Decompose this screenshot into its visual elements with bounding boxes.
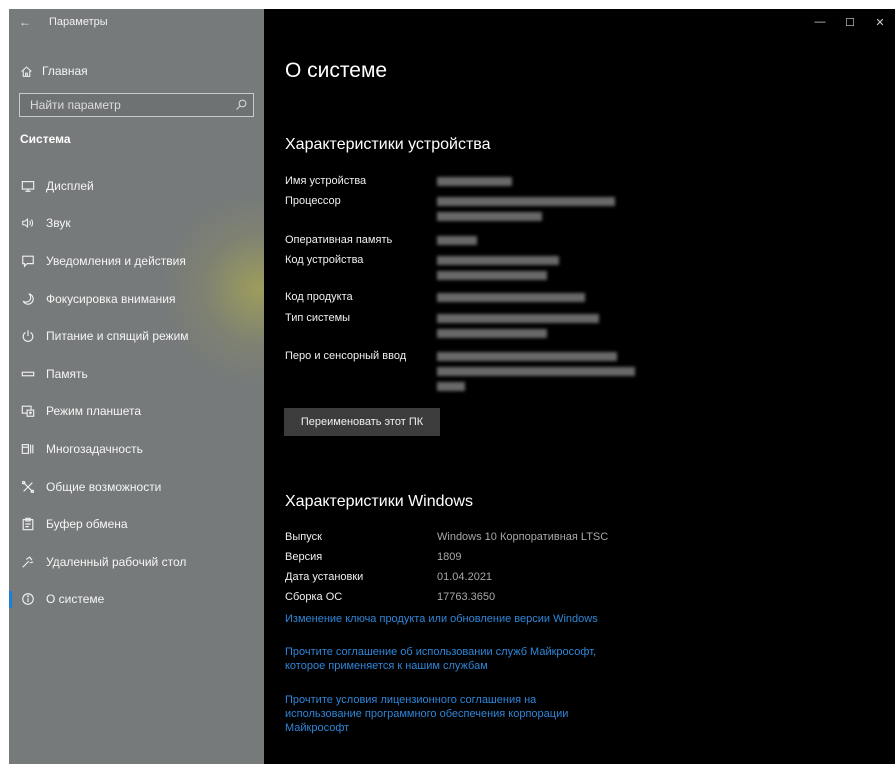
redacted-system-type-line1 [437, 314, 599, 323]
version-value: 1809 [437, 551, 462, 563]
sidebar-item-display[interactable]: Дисплей [9, 167, 264, 205]
rename-pc-button[interactable]: Переименовать этот ПК [284, 408, 440, 436]
sidebar: ← Параметры Главная Система [9, 9, 264, 764]
back-button[interactable]: ← [9, 9, 41, 35]
sidebar-item-label: О системе [46, 592, 105, 607]
services-agreement-line2: которое применяется к нашим службам [285, 660, 488, 672]
sidebar-item-power[interactable]: Питание и спящий режим [9, 317, 264, 355]
settings-window: ← Параметры Главная Система [9, 9, 895, 764]
search-box[interactable] [19, 93, 254, 117]
license-terms-line1: Прочтите условия лицензионного соглашени… [285, 694, 537, 706]
page-title: О системе [285, 59, 388, 82]
search-icon[interactable] [235, 99, 247, 111]
install-date-label: Дата установки [285, 571, 364, 583]
sidebar-item-multitasking[interactable]: Многозадачность [9, 430, 264, 468]
multitasking-icon [20, 441, 36, 457]
services-agreement-link[interactable]: Прочтите соглашение об использовании слу… [285, 645, 596, 673]
edition-label: Выпуск [285, 531, 322, 543]
sidebar-item-label: Фокусировка внимания [46, 291, 176, 306]
sidebar-item-label: Звук [46, 216, 71, 231]
redacted-pen-touch-line2 [437, 367, 635, 376]
license-terms-line3: Майкрософт [285, 722, 350, 734]
sidebar-item-label: Память [46, 366, 88, 381]
redacted-ram [437, 236, 477, 245]
info-icon [20, 591, 36, 607]
main-content: — ☐ ✕ О системе Характеристики устройств… [264, 9, 895, 764]
display-icon [20, 178, 36, 194]
install-date-value: 01.04.2021 [437, 571, 493, 583]
edition-value: Windows 10 Корпоративная LTSC [437, 531, 609, 543]
redacted-device-id-line1 [437, 256, 559, 265]
sidebar-item-shared-experiences[interactable]: Общие возможности [9, 468, 264, 506]
version-label: Версия [285, 551, 323, 563]
redacted-product-id [437, 293, 585, 302]
title-bar: ← Параметры [9, 9, 264, 35]
sidebar-item-focus-assist[interactable]: Фокусировка внимания [9, 280, 264, 318]
change-product-key-link[interactable]: Изменение ключа продукта или обновление … [285, 612, 598, 626]
maximize-icon: ☐ [845, 16, 855, 29]
sidebar-nav: Дисплей Звук Уведомления и действия Фоку… [9, 167, 264, 618]
minimize-icon: — [814, 16, 826, 28]
ram-label: Оперативная память [285, 234, 393, 246]
system-type-label: Тип системы [285, 312, 351, 324]
license-terms-line2: использование программного обеспечения к… [285, 708, 569, 720]
sidebar-item-label: Многозадачность [46, 441, 143, 456]
redacted-processor-line1 [437, 197, 615, 206]
sidebar-item-sound[interactable]: Звук [9, 205, 264, 243]
sound-icon [20, 215, 36, 231]
sidebar-item-tablet-mode[interactable]: Режим планшета [9, 393, 264, 431]
pen-touch-label: Перо и сенсорный ввод [285, 350, 407, 362]
sidebar-item-label: Питание и спящий режим [46, 329, 189, 344]
sidebar-item-label: Буфер обмена [46, 517, 128, 532]
os-build-value: 17763.3650 [437, 591, 496, 603]
product-id-label: Код продукта [285, 291, 353, 303]
redacted-pen-touch-line3 [437, 382, 465, 391]
app-title: Параметры [49, 16, 108, 28]
shared-experiences-icon [20, 479, 36, 495]
os-build-label: Сборка ОС [285, 591, 343, 603]
redacted-device-name [437, 177, 512, 186]
notifications-icon [20, 253, 36, 269]
services-agreement-line1: Прочтите соглашение об использовании слу… [285, 646, 597, 658]
sidebar-item-label: Удаленный рабочий стол [46, 554, 187, 569]
redacted-processor-line2 [437, 212, 542, 221]
device-specs-heading: Характеристики устройства [285, 136, 491, 153]
minimize-button[interactable]: — [805, 9, 835, 35]
redacted-system-type-line2 [437, 329, 547, 338]
sidebar-item-label: Режим планшета [46, 404, 142, 419]
sidebar-item-label: Дисплей [46, 178, 94, 193]
device-name-label: Имя устройства [285, 175, 367, 187]
storage-icon [20, 366, 36, 382]
sidebar-item-about[interactable]: О системе [9, 581, 264, 619]
sidebar-item-remote-desktop[interactable]: Удаленный рабочий стол [9, 543, 264, 581]
tablet-mode-icon [20, 403, 36, 419]
processor-label: Процессор [285, 195, 341, 207]
search-input[interactable] [30, 98, 235, 112]
sidebar-item-clipboard[interactable]: Буфер обмена [9, 505, 264, 543]
sidebar-item-label: Общие возможности [46, 479, 162, 494]
home-label: Главная [42, 64, 88, 78]
clipboard-icon [20, 516, 36, 532]
back-arrow-icon: ← [19, 15, 31, 29]
home-nav-item[interactable]: Главная [9, 53, 264, 89]
license-terms-link[interactable]: Прочтите условия лицензионного соглашени… [285, 693, 568, 735]
section-title: Система [20, 132, 71, 146]
home-icon [20, 65, 34, 78]
redacted-pen-touch-line1 [437, 352, 617, 361]
redacted-device-id-line2 [437, 271, 547, 280]
windows-specs-heading: Характеристики Windows [285, 493, 473, 510]
focus-moon-icon [20, 291, 36, 307]
sidebar-item-notifications[interactable]: Уведомления и действия [9, 242, 264, 280]
power-icon [20, 328, 36, 344]
maximize-button[interactable]: ☐ [835, 9, 865, 35]
sidebar-item-label: Уведомления и действия [46, 253, 186, 268]
close-icon: ✕ [875, 16, 885, 29]
sidebar-item-storage[interactable]: Память [9, 355, 264, 393]
close-button[interactable]: ✕ [865, 9, 895, 35]
device-id-label: Код устройства [285, 254, 364, 266]
remote-desktop-icon [20, 554, 36, 570]
window-controls: — ☐ ✕ [805, 9, 895, 35]
